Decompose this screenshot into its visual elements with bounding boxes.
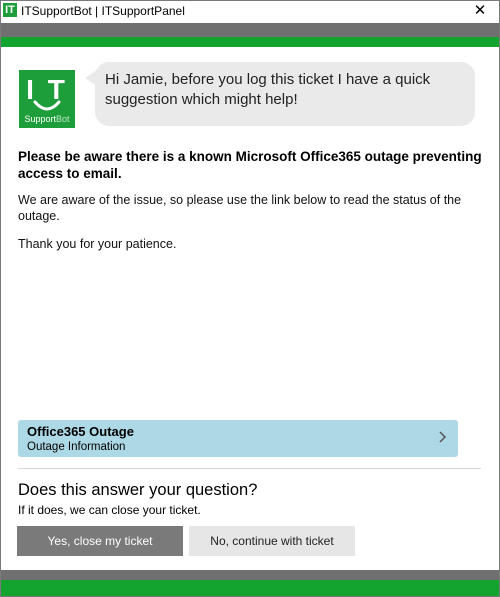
footer-stripe-gray xyxy=(0,570,500,580)
notice-thanks: Thank you for your patience. xyxy=(18,237,177,251)
smile-icon xyxy=(33,100,61,111)
chevron-right-icon xyxy=(439,431,447,443)
footer-stripe-green xyxy=(0,580,500,597)
link-card-subtitle: Outage Information xyxy=(27,441,126,453)
header-stripe-gray xyxy=(0,23,500,37)
window-title: ITSupportBot | ITSupportPanel xyxy=(21,4,185,18)
divider xyxy=(18,468,481,469)
link-card-title: Office365 Outage xyxy=(27,424,134,439)
notice-heading: Please be aware there is a known Microso… xyxy=(18,149,482,181)
app-icon: IT xyxy=(3,3,17,17)
logo-label: SupportBot xyxy=(19,114,75,124)
feedback-subtext: If it does, we can close your ticket. xyxy=(18,503,201,517)
logo-label-accent: Bot xyxy=(56,114,70,124)
notice-body: We are aware of the issue, so please use… xyxy=(18,193,462,223)
close-ticket-button[interactable]: Yes, close my ticket xyxy=(17,526,183,556)
supportbot-logo: I T SupportBot xyxy=(19,70,75,128)
bot-message: Hi Jamie, before you log this ticket I h… xyxy=(105,71,431,108)
office365-outage-link[interactable]: Office365 Outage Outage Information xyxy=(18,420,458,457)
logo-label-main: Support xyxy=(24,114,56,124)
feedback-question: Does this answer your question? xyxy=(18,481,258,499)
header-stripe-green xyxy=(0,37,500,47)
close-button[interactable]: ✕ xyxy=(460,0,500,22)
title-bar[interactable]: IT ITSupportBot | ITSupportPanel ✕ xyxy=(0,0,500,22)
continue-ticket-button[interactable]: No, continue with ticket xyxy=(189,526,355,556)
